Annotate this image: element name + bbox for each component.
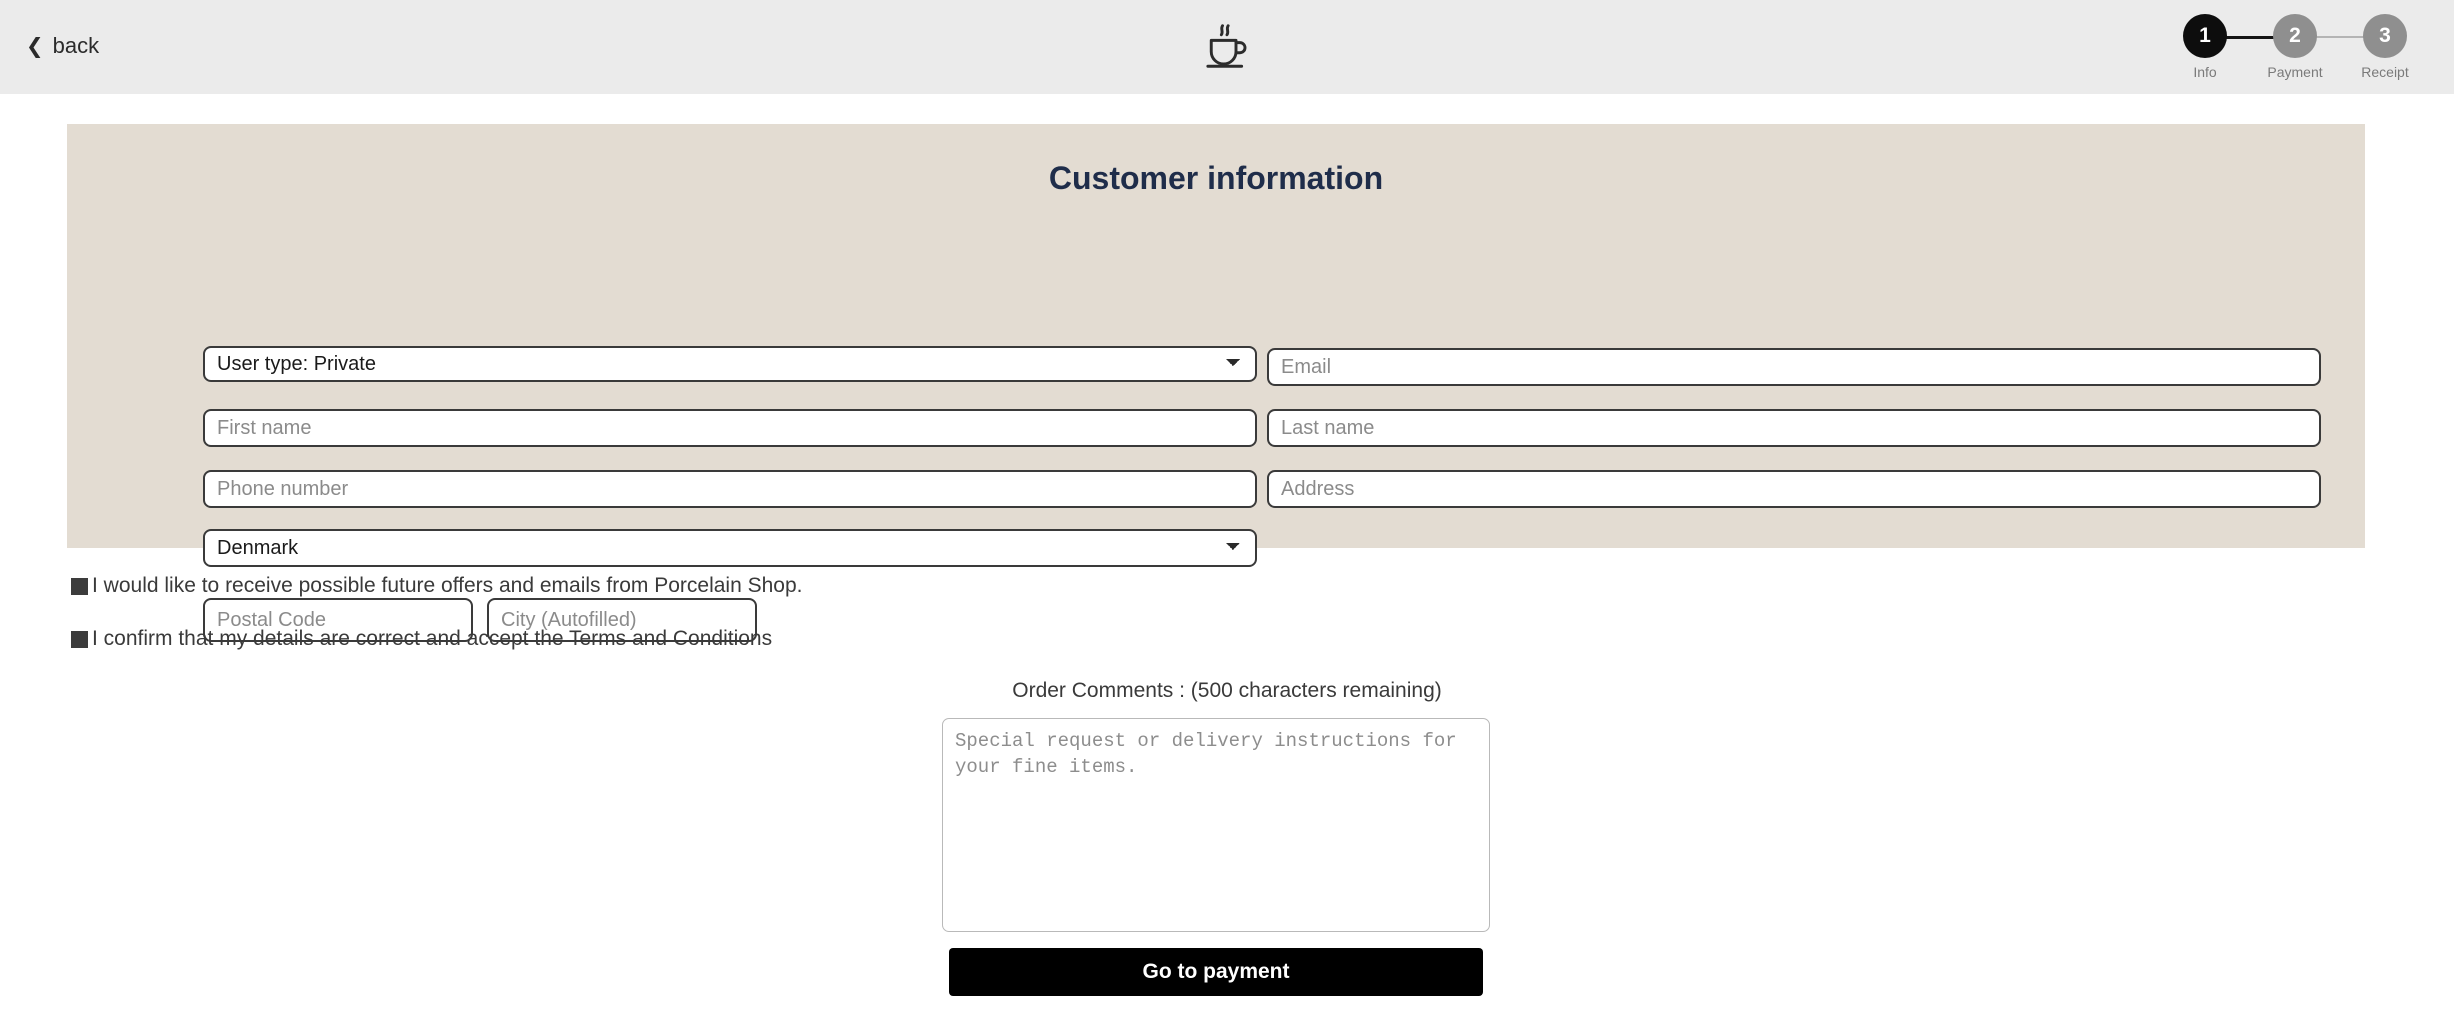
- marketing-consent-checkbox[interactable]: [71, 577, 88, 595]
- terms-consent-checkbox[interactable]: [71, 630, 88, 648]
- stepper-step-receipt[interactable]: 3 Receipt: [2340, 14, 2430, 80]
- stepper-step-info[interactable]: 1 Info: [2160, 14, 2295, 80]
- stepper-circle-1: 1: [2183, 14, 2227, 58]
- back-button-label: back: [52, 33, 100, 58]
- email-input[interactable]: [1267, 348, 2321, 386]
- terms-consent-label: I confirm that my details are correct an…: [92, 627, 773, 650]
- stepper-circle-2: 2: [2273, 14, 2317, 58]
- coffee-cup-icon: [1191, 10, 1263, 82]
- first-name-input[interactable]: [203, 409, 1257, 447]
- page-title: Customer information: [1048, 160, 1384, 196]
- user-type-select[interactable]: User type: Private: [203, 346, 1257, 382]
- marketing-consent-row[interactable]: I would like to receive possible future …: [71, 574, 802, 598]
- chevron-left-icon: ❮: [26, 34, 44, 58]
- last-name-input[interactable]: [1267, 409, 2321, 447]
- stepper-circle-3: 3: [2363, 14, 2407, 58]
- order-comments-label: Order Comments : (500 characters remaini…: [1012, 679, 1442, 702]
- stepper-label-3: Receipt: [2361, 64, 2409, 80]
- terms-consent-row[interactable]: I confirm that my details are correct an…: [71, 627, 772, 651]
- page-header: ❮ back 1 Info 2 Payment 3 Receipt: [0, 0, 2454, 94]
- order-comments-textarea[interactable]: [942, 718, 1490, 932]
- go-to-payment-button[interactable]: Go to payment: [949, 948, 1483, 996]
- address-input[interactable]: [1267, 470, 2321, 508]
- country-select[interactable]: Denmark: [203, 529, 1257, 567]
- checkout-stepper: 1 Info 2 Payment 3 Receipt: [2160, 14, 2430, 80]
- phone-number-input[interactable]: [203, 470, 1257, 508]
- stepper-label-2: Payment: [2267, 64, 2323, 80]
- marketing-consent-label: I would like to receive possible future …: [92, 574, 803, 597]
- back-button[interactable]: ❮ back: [26, 33, 99, 59]
- stepper-step-payment[interactable]: 2 Payment: [2250, 14, 2385, 80]
- customer-information-panel: Customer information User type: Private …: [67, 124, 2365, 642]
- stepper-label-1: Info: [2193, 64, 2217, 80]
